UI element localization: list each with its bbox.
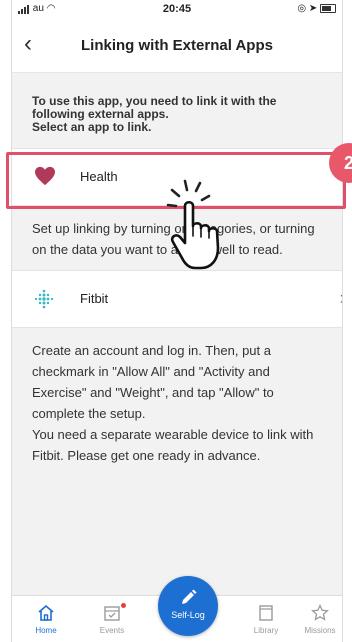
fitbit-description-text-1: Create an account and log in. Then, put … <box>32 343 274 421</box>
star-icon <box>311 604 329 621</box>
chevron-right-icon: › <box>340 288 342 309</box>
calendar-icon <box>104 606 120 621</box>
status-time: 20:45 <box>162 3 192 15</box>
alarm-icon: ◎ <box>297 3 307 14</box>
home-icon <box>38 604 54 621</box>
notification-dot <box>121 603 126 608</box>
tab-missions-label: Missions <box>304 626 336 635</box>
page-title: Linking with External Apps <box>81 37 273 54</box>
pencil-icon <box>182 589 197 604</box>
fitbit-icon <box>34 289 54 309</box>
tab-events[interactable]: Events <box>84 603 140 635</box>
nav-header: ‹ Linking with External Apps <box>12 20 342 73</box>
tab-library[interactable]: Library <box>238 604 294 635</box>
location-icon: ➤ <box>308 3 318 14</box>
intro-line-3: Select an app to link. <box>32 120 152 134</box>
tab-events-label: Events <box>99 626 125 635</box>
tab-missions[interactable]: Missions <box>292 604 342 635</box>
tab-home[interactable]: Home <box>18 604 74 635</box>
battery-icon <box>320 3 336 13</box>
status-bar: au ◠ 20:45 ◎ ➤ <box>12 0 342 20</box>
app-name-fitbit: Fitbit <box>80 291 109 306</box>
app-row-fitbit[interactable]: Fitbit › <box>12 270 342 328</box>
tab-home-label: Home <box>35 626 57 635</box>
phone-screen: au ◠ 20:45 ◎ ➤ ‹ Linking with External A… <box>11 0 343 642</box>
tab-library-label: Library <box>253 626 279 635</box>
fitbit-description-text-2: You need a separate wearable device to l… <box>32 427 314 463</box>
status-right-icons: ◎ ➤ <box>297 3 336 14</box>
tap-hand-icon <box>166 179 220 270</box>
fitbit-description: Create an account and log in. Then, put … <box>12 328 342 476</box>
intro-text: To use this app, you need to link it wit… <box>12 73 342 148</box>
self-log-button[interactable]: Self-Log <box>158 576 218 636</box>
library-icon <box>259 605 273 621</box>
self-log-label: Self-Log <box>171 610 205 620</box>
